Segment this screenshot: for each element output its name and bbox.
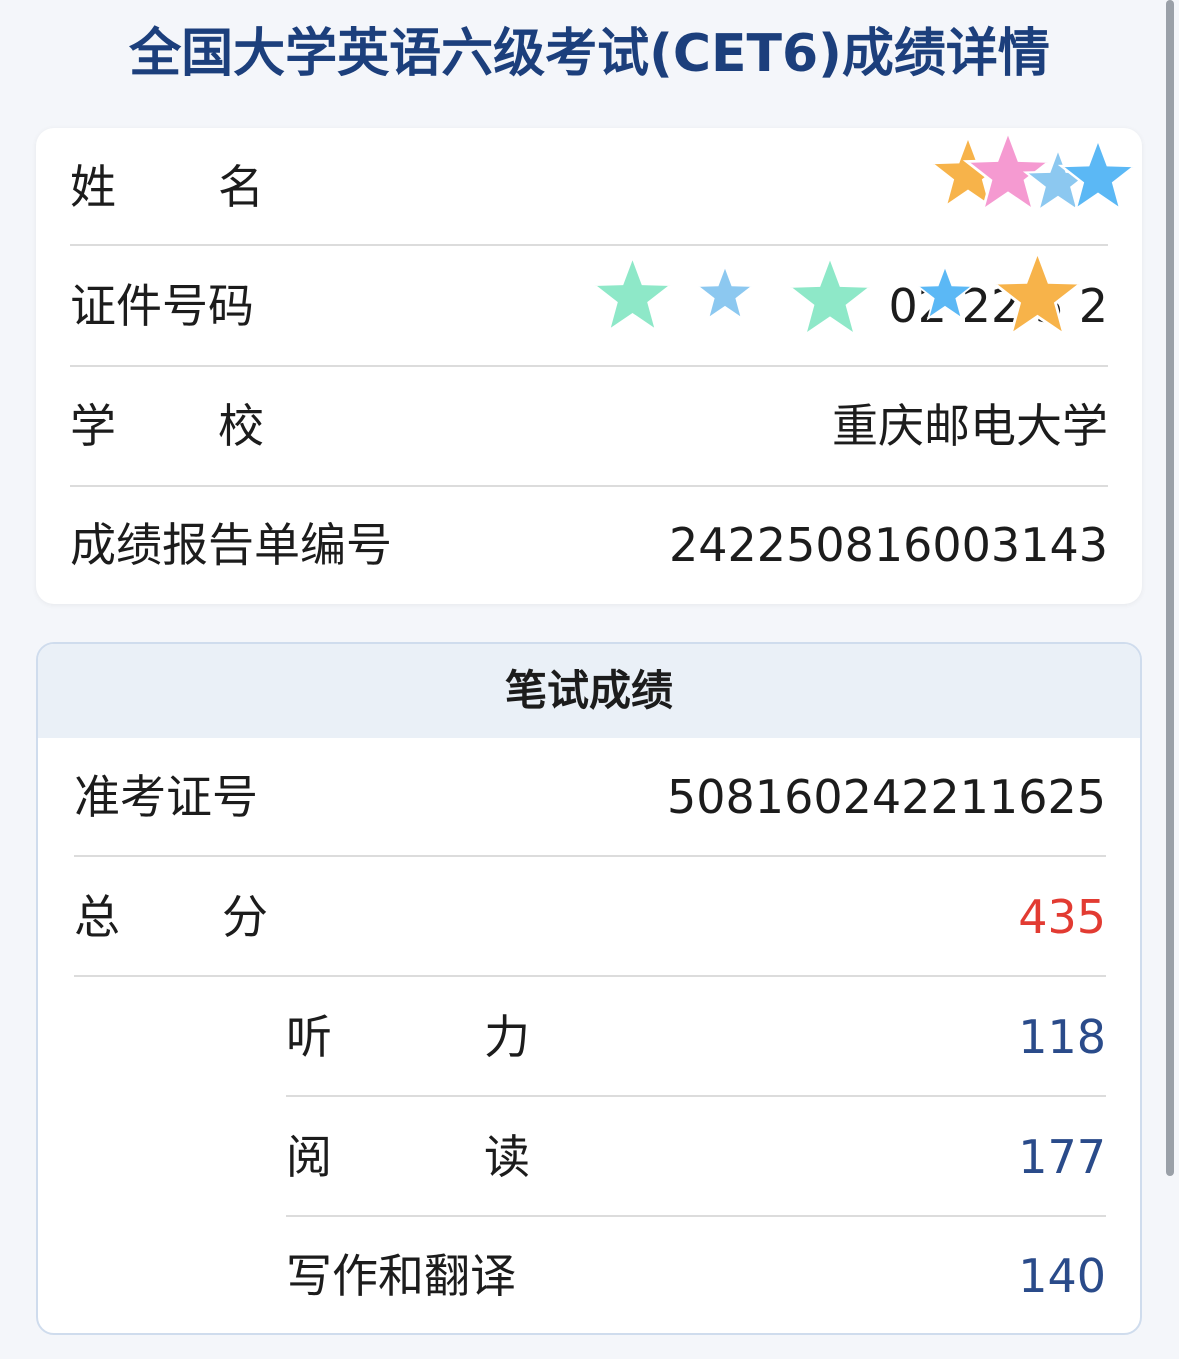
report-value: 242250816003143 [669,518,1108,572]
ticket-value: 508160242211625 [667,770,1106,824]
listening-row: 听力 118 [286,978,1106,1096]
total-row: 总分 435 [74,858,1106,976]
listening-label: 听力 [286,1010,682,1064]
divider [70,244,1108,246]
score-card-header: 笔试成绩 [38,644,1140,738]
id-row: 证件号码 02 22 5 2 [70,247,1108,365]
ticket-row: 准考证号 508160242211625 [74,738,1106,856]
school-row: 学校 重庆邮电大学 [70,367,1108,485]
total-score: 435 [1018,890,1106,944]
personal-info-card: 姓名 证件号码 02 22 5 2 学校 重庆邮电大学 成绩报告单编号 2422… [36,128,1142,604]
name-row: 姓名 [70,128,1108,246]
writing-row: 写作和翻译 140 [286,1217,1106,1333]
listening-score: 118 [1018,1010,1106,1064]
report-label: 成绩报告单编号 [70,518,392,572]
school-label: 学校 [70,399,366,453]
page-title: 全国大学英语六级考试(CET6)成绩详情 [129,24,1050,84]
ticket-label: 准考证号 [74,770,258,824]
id-label: 证件号码 [70,279,254,333]
reading-score: 177 [1018,1130,1106,1184]
divider [286,1095,1106,1097]
id-value: 02 22 5 2 [888,279,1108,333]
school-value: 重庆邮电大学 [832,399,1108,453]
name-label: 姓名 [70,160,366,214]
writing-score: 140 [1018,1249,1106,1303]
divider [74,975,1106,977]
total-label: 总分 [74,890,370,944]
page-scrollbar[interactable] [1166,0,1174,1176]
reading-label: 阅读 [286,1130,682,1184]
written-score-card: 笔试成绩 准考证号 508160242211625 总分 435 听力 118 … [36,642,1142,1335]
writing-label: 写作和翻译 [286,1249,516,1303]
report-row: 成绩报告单编号 242250816003143 [70,486,1108,604]
divider [74,855,1106,857]
reading-row: 阅读 177 [286,1098,1106,1216]
